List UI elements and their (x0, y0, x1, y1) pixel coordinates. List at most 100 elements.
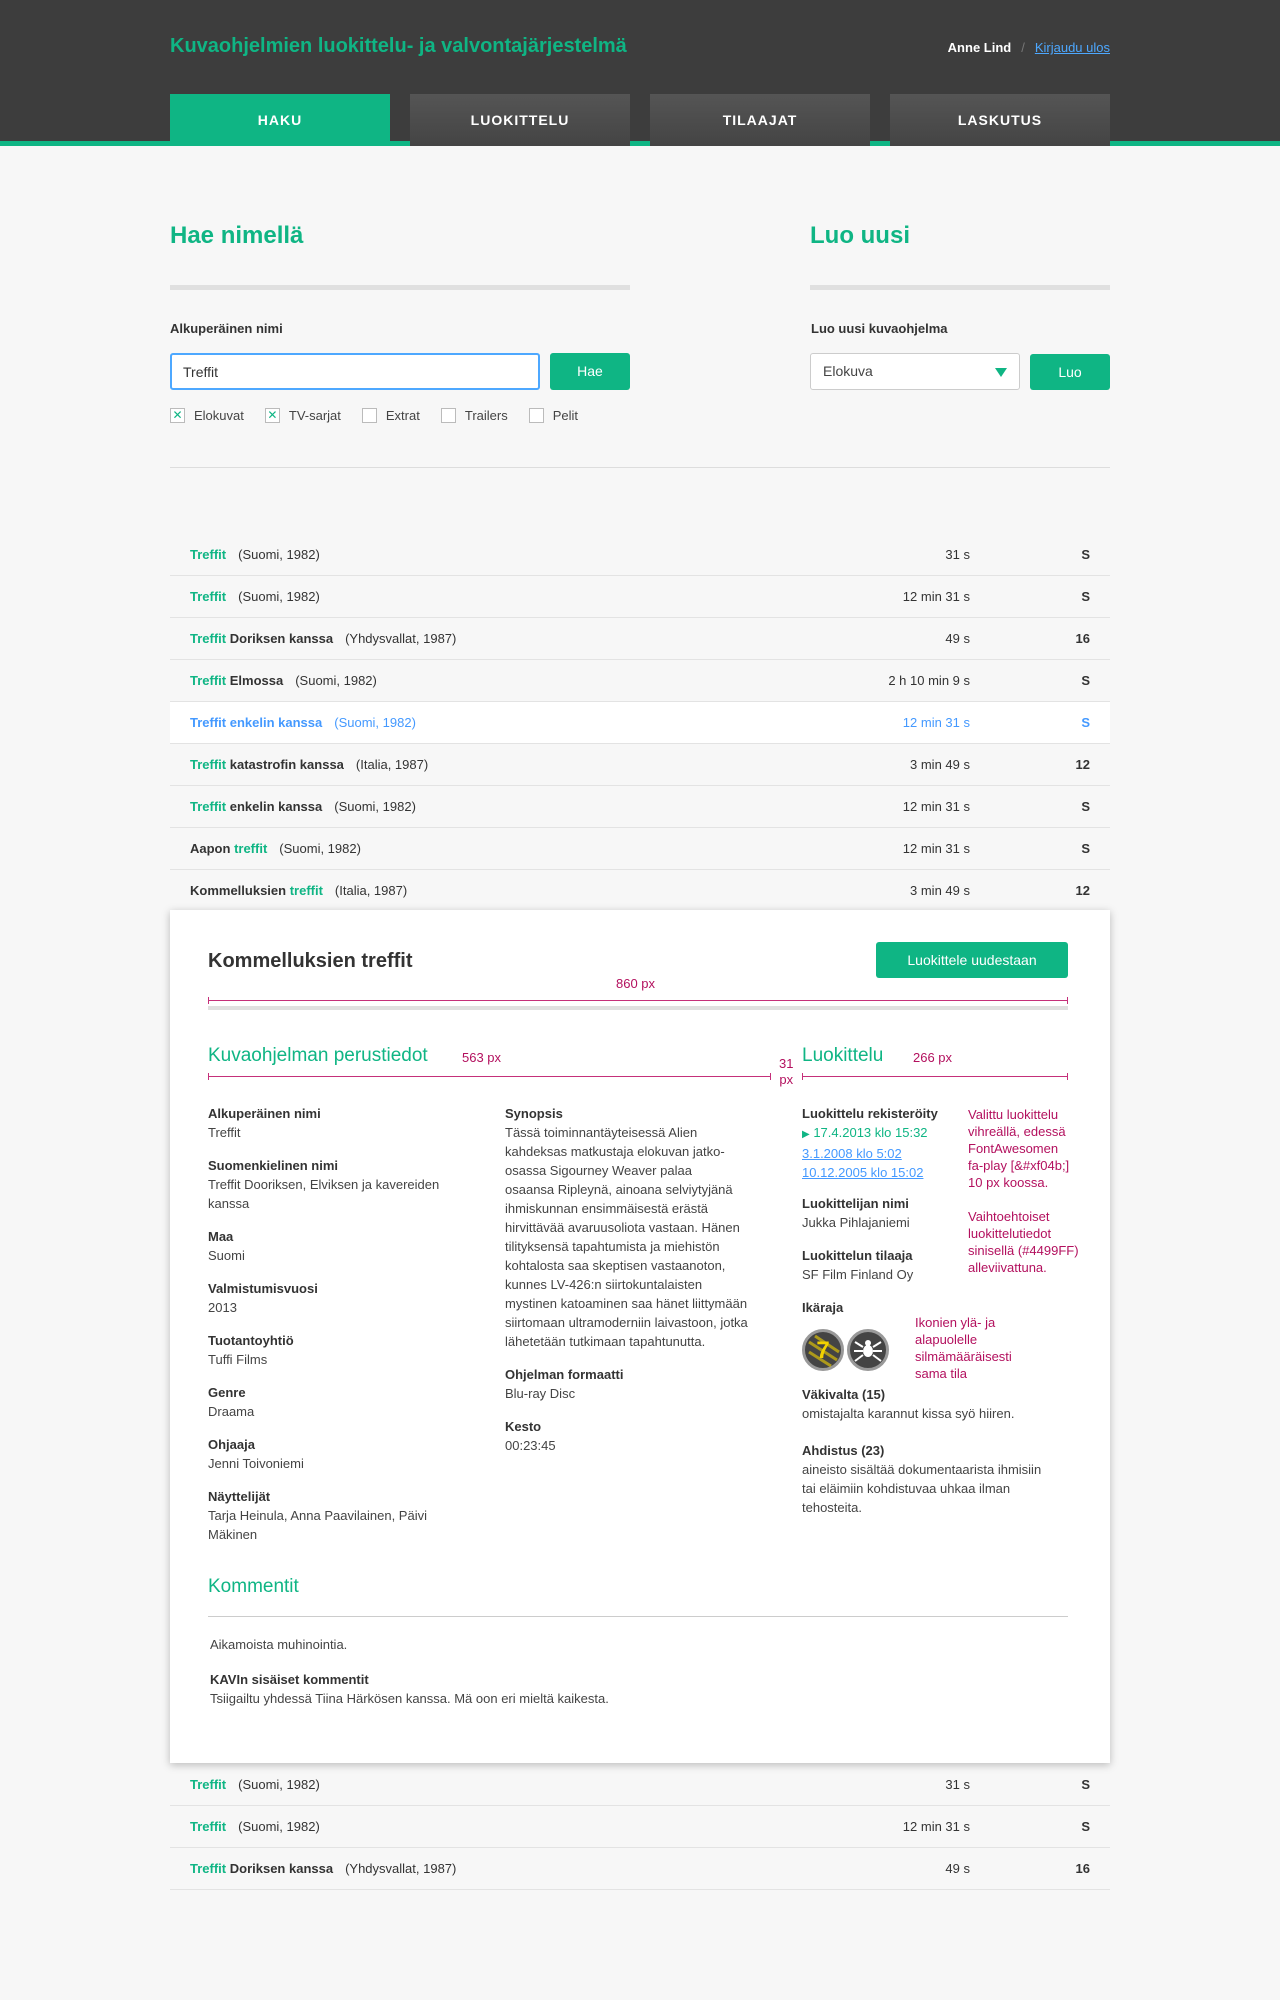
program-name: Treffit Doriksen kanssa (Yhdysvallat, 198… (190, 1848, 456, 1890)
table-row[interactable]: Kommelluksien treffit (Italia, 1987) 3 min… (170, 870, 1110, 912)
field-label: Alkuperäinen nimi (208, 1106, 321, 1121)
field-label: Maa (208, 1229, 234, 1244)
program-name-hl: Treffit (190, 547, 227, 562)
logout-link[interactable]: Kirjaudu ulos (1035, 40, 1110, 55)
program-name-hl: Treffit (190, 589, 227, 604)
table-row[interactable]: Treffit enkelin kanssa (Suomi, 1982) 12 mi… (170, 702, 1110, 744)
field-actors: Näyttelijät Tarja Heinula, Anna Paavilain… (208, 1487, 427, 1544)
search-input[interactable] (170, 353, 540, 390)
table-row[interactable]: Treffit Doriksen kanssa (Yhdysvallat, 198… (170, 618, 1110, 660)
table-row[interactable]: Treffit enkelin kanssa (Suomi, 1982) 12 mi… (170, 786, 1110, 828)
program-name: Treffit enkelin kanssa (Suomi, 1982) (190, 786, 416, 828)
field-label: Ikäraja (802, 1300, 844, 1315)
field-label: Luokittelijan nimi (802, 1196, 909, 1211)
field-country: Maa Suomi (208, 1227, 245, 1265)
comment-text: Aikamoista muhinointia. (210, 1637, 348, 1652)
program-name: Aapon treffit (Suomi, 1982) (190, 828, 361, 870)
field-duration: Kesto 00:23:45 (505, 1417, 556, 1455)
table-row[interactable]: Treffit Doriksen kanssa (Yhdysvallat, 198… (170, 1848, 1110, 1890)
annotation-current: Valittu luokittelu vihreällä, edessä Fon… (968, 1107, 1070, 1190)
type-filters: ✕ Elokuvat ✕ TV-sarjat Extrat Trailers Pel… (170, 408, 599, 423)
annotation-alternatives: Vaihtoehtoiset luokittelutiedot sinisell… (968, 1209, 1079, 1275)
filter-extrat[interactable]: Extrat (361, 408, 420, 423)
program-duration: 3 min 49 s (910, 757, 970, 772)
field-orderer: Luokittelun tilaaja SF Film Finland Oy (802, 1246, 913, 1284)
table-row[interactable]: Treffit (Suomi, 1982) 31 s S (170, 1764, 1110, 1806)
age-rating: 16 (1075, 631, 1090, 646)
tab-tilaajat[interactable]: TILAAJAT (650, 94, 870, 146)
program-duration: 12 min 31 s (902, 589, 970, 604)
field-value: Draama (208, 1404, 255, 1419)
checkbox-icon[interactable] (440, 408, 456, 423)
dim-left-line (208, 1073, 771, 1080)
filter-pelit[interactable]: Pelit (528, 408, 578, 423)
age-rating: S (1081, 589, 1090, 604)
create-heading: Luo uusi (810, 222, 910, 249)
user-name: Anne Lind (947, 40, 1012, 55)
age-rating: 12 (1075, 757, 1090, 772)
age-rating: S (1081, 715, 1090, 730)
table-row[interactable]: Treffit katastrofin kanssa (Italia, 1987)… (170, 744, 1110, 786)
table-row[interactable]: Treffit (Suomi, 1982) 12 min 31 s S (170, 576, 1110, 618)
field-value: Tässä toiminnantäyteisessä Alien kahdeks… (505, 1125, 748, 1349)
alt-classification-link[interactable]: 10.12.2005 klo 15:02 (802, 1163, 938, 1182)
dim-gap-label: 31 px (779, 1056, 794, 1087)
field-value: Blu-ray Disc (505, 1386, 576, 1401)
program-name-meta: (Suomi, 1982) (334, 715, 416, 730)
program-name: Treffit katastrofin kanssa (Italia, 1987) (190, 744, 428, 786)
checkbox-checked-icon[interactable]: ✕ (264, 408, 280, 423)
alt-classification-link[interactable]: 3.1.2008 klo 5:02 (802, 1144, 938, 1163)
program-name: Treffit (Suomi, 1982) (190, 1806, 320, 1848)
age-rating: S (1081, 1819, 1090, 1834)
search-button[interactable]: Hae (550, 353, 630, 390)
program-name: Treffit (Suomi, 1982) (190, 576, 320, 618)
program-duration: 49 s (945, 1861, 970, 1876)
tab-laskutus[interactable]: LASKUTUS (890, 94, 1110, 146)
search-heading: Hae nimellä (170, 222, 304, 249)
checkbox-icon[interactable] (528, 408, 544, 423)
comments-divider (208, 1616, 1068, 1617)
age-rating: S (1081, 673, 1090, 688)
field-synopsis: Synopsis Tässä toiminnantäyteisessä Alien… (505, 1104, 775, 1351)
program-name: Treffit (Suomi, 1982) (190, 1764, 320, 1806)
field-value: Treffit Dooriksen, Elviksen ja kavereide… (208, 1177, 440, 1211)
age-rating: S (1081, 841, 1090, 856)
field-label: Näyttelijät (208, 1489, 271, 1504)
program-name: Treffit (Suomi, 1982) (190, 534, 320, 576)
annotation-icons: Ikonien ylä- ja alapuolelle silmämääräis… (915, 1315, 1012, 1381)
results-list-continued: Treffit (Suomi, 1982) 31 s S Treffit (Suomi, … (170, 1764, 1110, 1890)
reclassify-button[interactable]: Luokittele uudestaan (876, 942, 1068, 978)
table-row[interactable]: Treffit (Suomi, 1982) 31 s S (170, 534, 1110, 576)
create-divider (810, 285, 1110, 290)
current-classification[interactable]: ▶ 17.4.2013 klo 15:32 (802, 1123, 938, 1144)
checkbox-icon[interactable] (361, 408, 377, 423)
search-divider (170, 285, 630, 290)
table-row[interactable]: Aapon treffit (Suomi, 1982) 12 min 31 s S (170, 828, 1110, 870)
filter-elokuvat[interactable]: ✕ Elokuvat (170, 408, 244, 423)
age-rating: S (1081, 547, 1090, 562)
program-type-select[interactable]: Elokuva (810, 353, 1020, 390)
field-age-limit: Ikäraja (802, 1298, 843, 1317)
table-row[interactable]: Treffit (Suomi, 1982) 12 min 31 s S (170, 1806, 1110, 1848)
current-classification-date: 17.4.2013 klo 15:32 (813, 1125, 928, 1140)
create-button[interactable]: Luo (1030, 354, 1110, 390)
program-name-hl: Treffit (190, 1819, 227, 1834)
field-label: Luokittelun tilaaja (802, 1248, 913, 1263)
field-label: Ohjelman formaatti (505, 1367, 624, 1382)
tab-luokittelu[interactable]: LUOKITTELU (410, 94, 630, 146)
checkbox-checked-icon[interactable]: ✕ (170, 408, 185, 423)
field-finnish-name: Suomenkielinen nimi Treffit Dooriksen, El… (208, 1156, 439, 1213)
tab-haku[interactable]: HAKU (170, 94, 390, 146)
program-name-rest: Doriksen kanssa (226, 631, 334, 646)
app-title: Kuvaohjelmien luokittelu- ja valvontajär… (170, 35, 627, 57)
field-label: Väkivalta (15) (802, 1387, 886, 1402)
filter-trailers[interactable]: Trailers (440, 408, 508, 423)
field-label: Suomenkielinen nimi (208, 1158, 339, 1173)
filter-tv-sarjat[interactable]: ✕ TV-sarjat (264, 408, 341, 423)
field-genre: Genre Draama (208, 1383, 254, 1421)
field-value: 2013 (208, 1300, 237, 1315)
program-name-hl: treffit (289, 883, 323, 898)
table-row[interactable]: Treffit Elmossa (Suomi, 1982) 2 h 10 min 9… (170, 660, 1110, 702)
program-name: Treffit Doriksen kanssa (Yhdysvallat, 198… (190, 618, 456, 660)
field-anxiety: Ahdistus (23) aineisto sisältää dokumenta… (802, 1441, 1082, 1517)
